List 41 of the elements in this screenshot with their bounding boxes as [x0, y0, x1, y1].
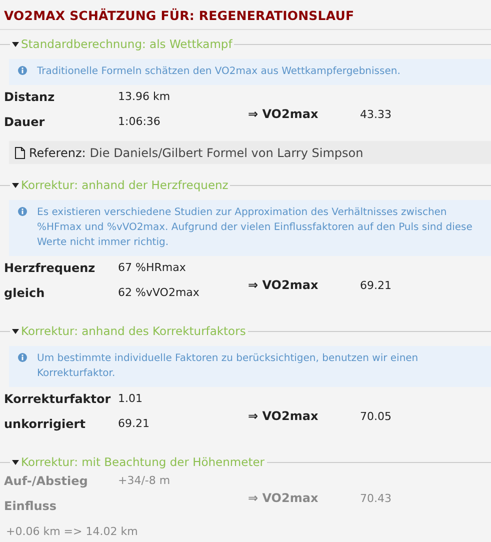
- reference-label: Referenz:: [29, 146, 86, 160]
- field-value: 67 %HRmax: [118, 261, 186, 274]
- info-text: Traditionelle Formeln schätzen den VO2max aus Wettkampfergebnissen.: [37, 66, 400, 77]
- result-value: 69.21: [360, 278, 392, 292]
- field-value: 69.21: [118, 417, 150, 430]
- field-label: Distanz: [3, 90, 56, 104]
- field-label: Auf-/Abstieg: [3, 474, 89, 488]
- field-value: 62 %vVO2max: [118, 286, 200, 299]
- caret-icon: [12, 182, 19, 188]
- result-label: ⇒ VO2max: [248, 491, 320, 505]
- reference-text: Die Daniels/Gilbert Formel von Larry Simpson: [90, 146, 364, 160]
- field-label: unkorrigiert: [3, 417, 86, 431]
- info-text: Um bestimmte individuelle Faktoren zu berücksichtigen, benutzen wir einen Korrekturfaktor.: [37, 353, 418, 379]
- field-label: Korrekturfaktor: [3, 392, 112, 406]
- result-value: 70.05: [360, 410, 392, 422]
- result-value: 43.33: [360, 108, 392, 120]
- info-icon: [18, 207, 27, 216]
- field-label: Herzfrequenz: [3, 261, 96, 275]
- field-label: Dauer: [3, 115, 46, 129]
- section-toggle[interactable]: Standardberechnung: als Wettkampf: [10, 37, 234, 51]
- field-value: 1:06:36: [118, 115, 160, 128]
- field-label: gleich: [3, 286, 46, 300]
- section-toggle[interactable]: Korrektur: anhand des Korrekturfaktors: [10, 324, 248, 338]
- dialog-title: VO2MAX SCHÄTZUNG FÜR: REGENERATIONSLAUF: [0, 0, 491, 30]
- result-label: ⇒ VO2max: [248, 409, 320, 423]
- field-value: 13.96 km: [118, 90, 170, 103]
- distance-note: +0.06 km => 14.02 km: [5, 525, 139, 538]
- info-icon: [18, 66, 27, 75]
- result-label: ⇒ VO2max: [248, 278, 320, 292]
- field-label: Einfluss: [3, 499, 58, 513]
- field-value: 1.01: [118, 392, 142, 405]
- caret-icon: [12, 460, 19, 464]
- caret-icon: [12, 328, 19, 334]
- info-icon: [18, 353, 27, 362]
- result-label: ⇒ VO2max: [248, 107, 320, 121]
- section-toggle[interactable]: Korrektur: anhand der Herzfrequenz: [10, 178, 230, 192]
- caret-icon: [12, 42, 19, 46]
- info-text: Es existieren verschiedene Studien zur Approximation des Verhältnisses zwischen %HFmax und %vVO2max. Aufgrund der vielen Einflussfaktoren auf den Puls sind diese Werte nicht immer richtig.: [37, 207, 472, 248]
- document-icon: [15, 146, 25, 158]
- field-value: +34/-8 m: [118, 474, 170, 487]
- result-value: 70.43: [360, 492, 392, 504]
